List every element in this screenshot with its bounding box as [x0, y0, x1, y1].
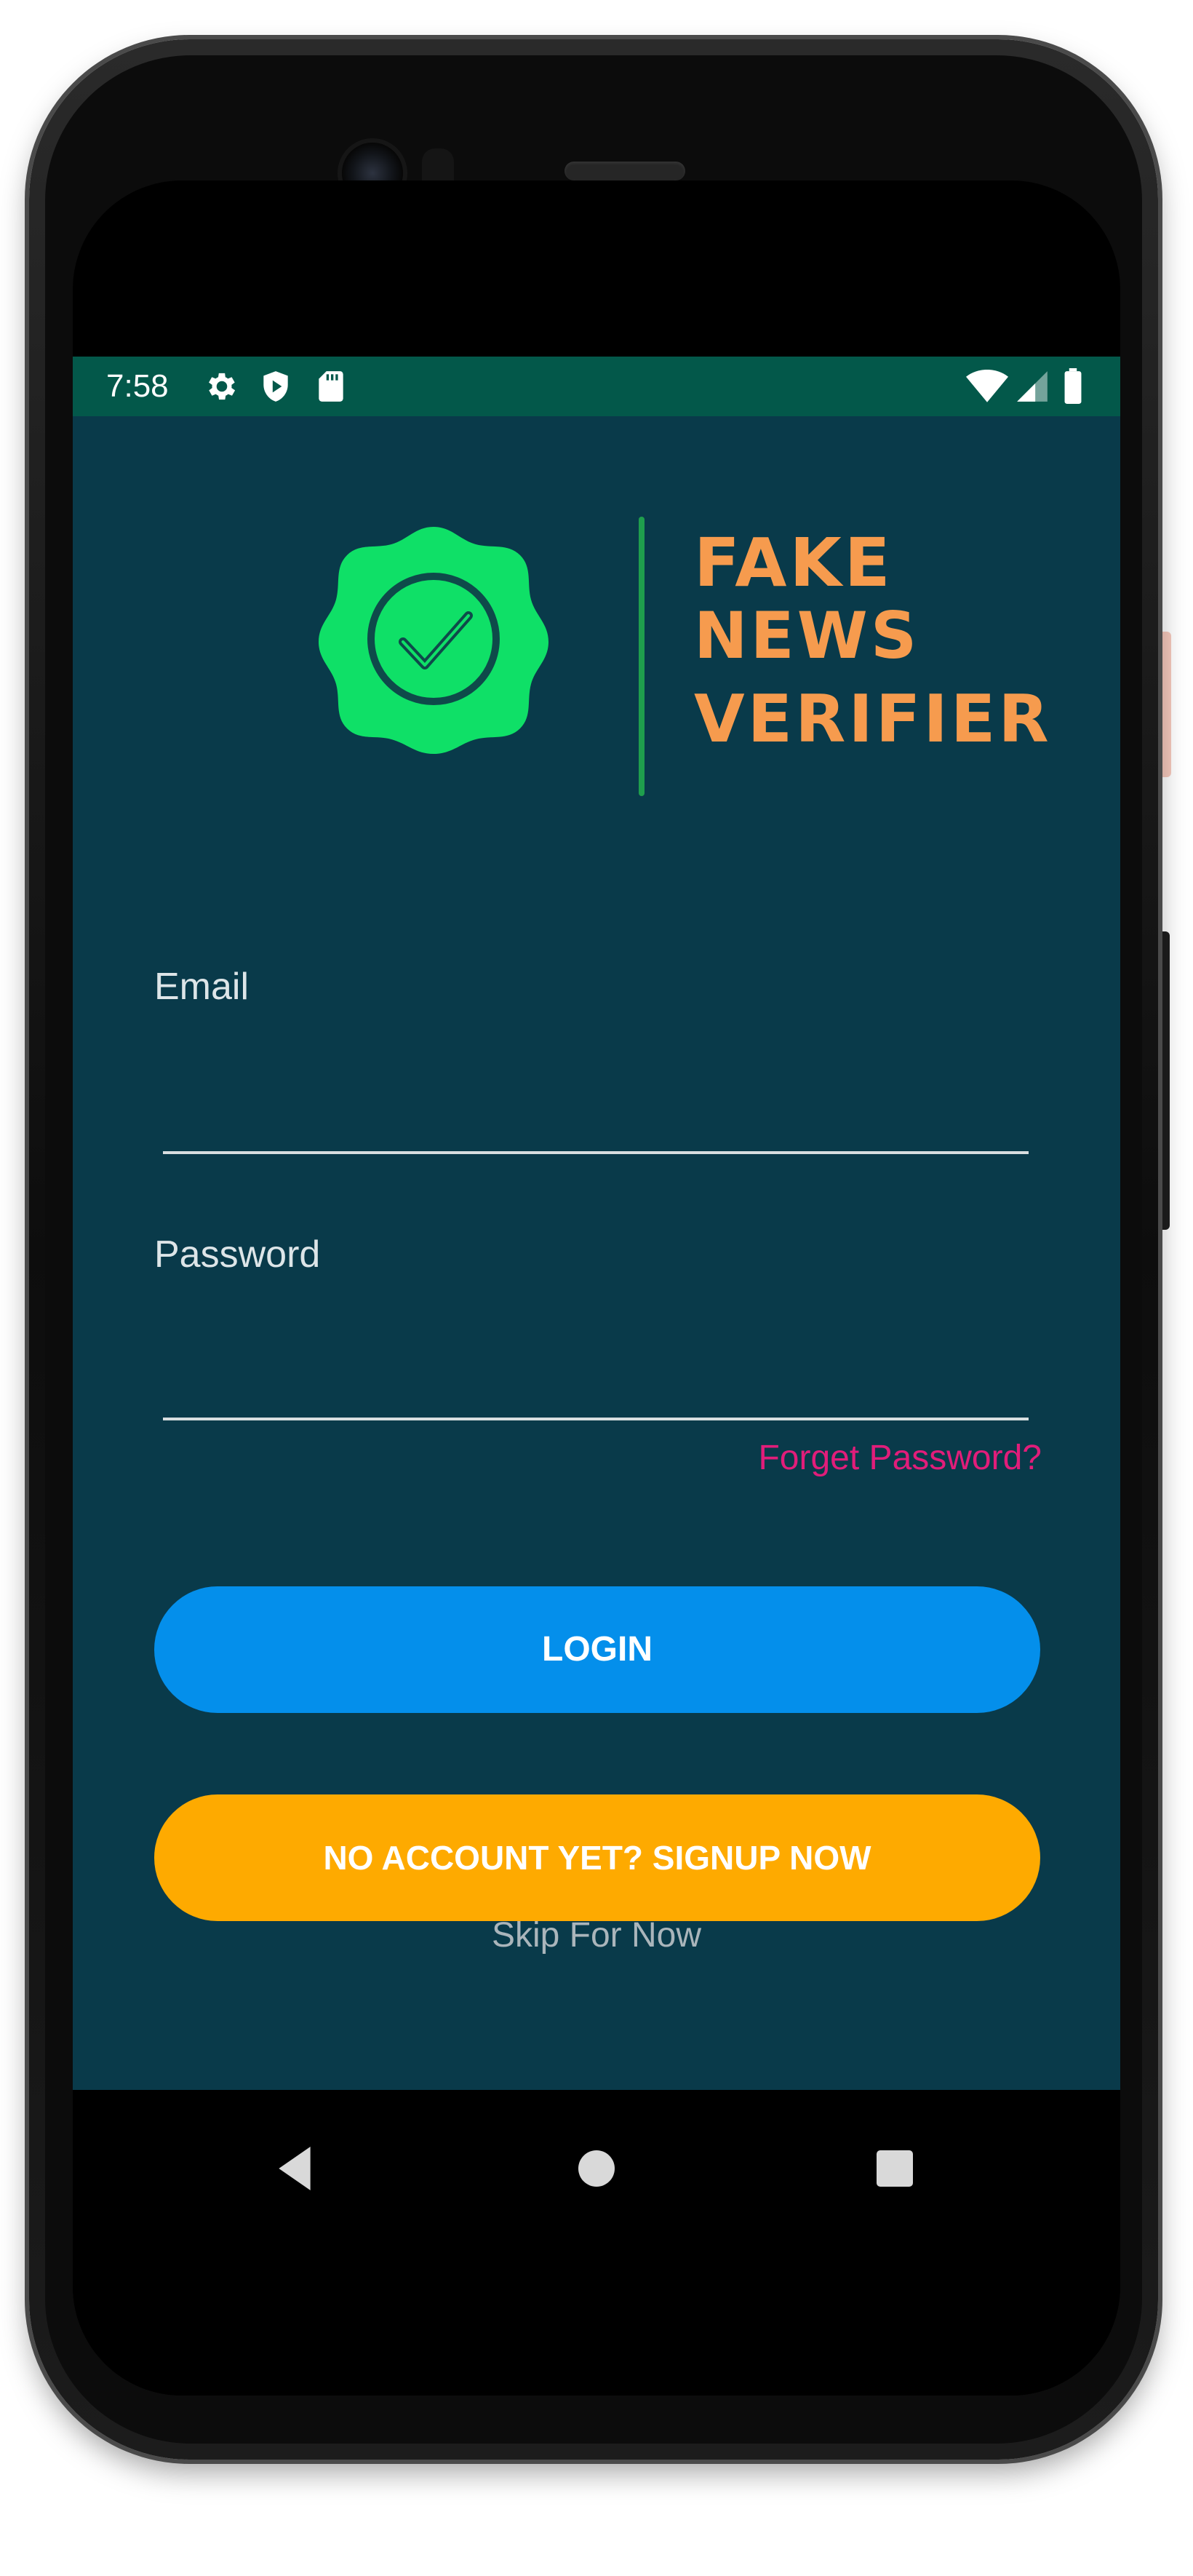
shield-play-icon	[258, 368, 294, 405]
sd-card-icon	[313, 368, 349, 405]
logo-text-line-1: FAKE	[694, 524, 893, 602]
email-label: Email	[154, 966, 250, 1008]
cell-signal-icon	[1014, 368, 1050, 405]
status-bar: 7:58	[73, 357, 1120, 416]
login-button[interactable]: LOGIN	[154, 1586, 1040, 1713]
password-label: Password	[154, 1233, 321, 1276]
skip-for-now-link[interactable]: Skip For Now	[73, 1915, 1120, 1955]
gear-icon	[204, 368, 240, 405]
battery-icon	[1062, 368, 1084, 405]
recents-icon[interactable]	[866, 2139, 924, 2198]
system-nav-bar	[73, 2090, 1120, 2396]
signup-button[interactable]: NO ACCOUNT YET? SIGNUP NOW	[154, 1794, 1040, 1921]
back-icon[interactable]	[269, 2139, 327, 2198]
status-time: 7:58	[106, 368, 169, 404]
logo-text-line-3: VERIFIER	[694, 681, 1052, 758]
password-field[interactable]	[163, 1359, 1029, 1420]
logo-divider	[639, 517, 645, 796]
earpiece-speaker	[564, 162, 685, 180]
forget-password-link[interactable]: Forget Password?	[758, 1438, 1042, 1478]
home-icon[interactable]	[567, 2139, 626, 2198]
app-logo: FAKE NEWS VERIFIER	[317, 517, 1049, 814]
wifi-icon	[966, 368, 1008, 405]
device-screen: 7:58 FAKE NEWS VERIFIER Email Password F…	[73, 180, 1120, 2396]
verified-badge-icon	[319, 527, 548, 754]
email-field[interactable]	[163, 1093, 1029, 1154]
logo-text-line-2: NEWS	[694, 598, 920, 673]
